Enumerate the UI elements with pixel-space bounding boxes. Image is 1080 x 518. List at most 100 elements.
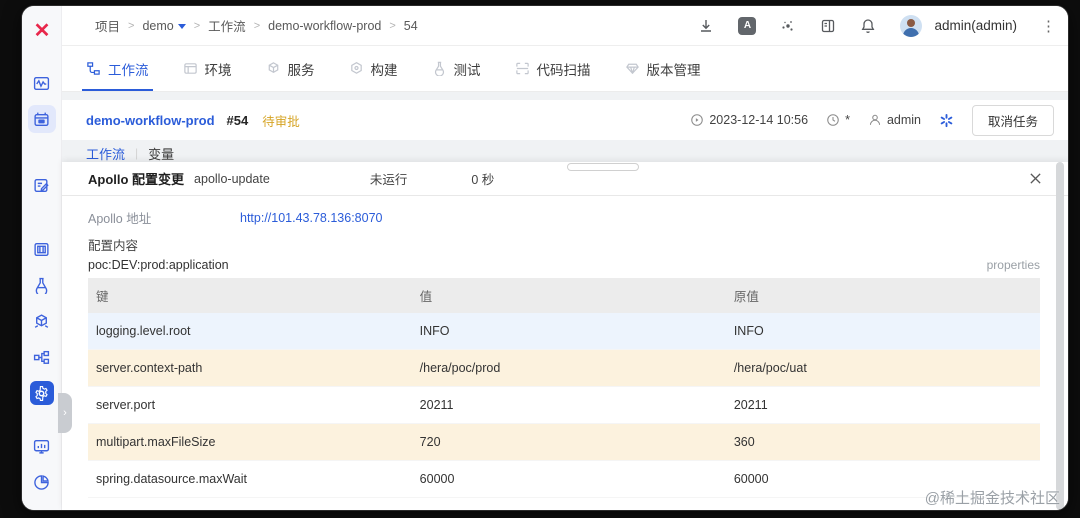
user-avatar[interactable]	[900, 14, 923, 37]
content: 工作流 环境 服务 构建 测试 代码扫描 版本管理 demo-workflow-…	[62, 46, 1068, 510]
breadcrumb-separator: >	[193, 19, 201, 32]
pie-chart-icon[interactable]	[28, 468, 56, 496]
tab-environment[interactable]: 环境	[183, 46, 232, 91]
tab-label: 代码扫描	[536, 62, 591, 78]
cell-key: multipart.maxFileSize	[88, 423, 412, 461]
panel-duration: 0 秒	[471, 173, 495, 187]
pulse-monitor-icon[interactable]	[28, 69, 56, 97]
tab-label: 构建	[370, 62, 398, 78]
cell-value: 20211	[411, 386, 726, 424]
subtabs: 工作流 | 变量	[62, 140, 1068, 162]
breadcrumb-item-demo[interactable]: demo	[142, 19, 186, 33]
dashboard-monitor-icon[interactable]	[28, 432, 56, 460]
translate-icon[interactable]: A	[738, 16, 757, 35]
run-status-badge: 待审批	[262, 114, 300, 129]
cell-key: spring.datasource.maxWait	[88, 460, 412, 498]
cell-key: server.port	[88, 386, 412, 424]
caret-down-icon[interactable]	[177, 23, 186, 29]
tab-label: 版本管理	[646, 62, 701, 78]
topbar: 项目 > demo > 工作流 > demo-workflow-prod > 5…	[62, 6, 1068, 46]
tab-service[interactable]: 服务	[266, 46, 315, 91]
cell-original: /hera/poc/uat	[725, 349, 1040, 387]
tab-label: 工作流	[108, 62, 149, 78]
panel-header: Apollo 配置变更 apollo-update 未运行 0 秒	[62, 162, 1068, 196]
archive-box-icon[interactable]	[28, 235, 56, 263]
tab-workflow[interactable]: 工作流	[82, 46, 152, 91]
settings-gear-icon[interactable]	[29, 381, 54, 405]
screen: ✕ › 项目 > demo > 工作流 > demo-workflow-prod…	[0, 0, 1080, 518]
package-cube-icon[interactable]	[28, 307, 56, 335]
app-window: ✕ › 项目 > demo > 工作流 > demo-workflow-prod…	[22, 6, 1068, 510]
more-menu-icon[interactable]: ⋮	[1041, 17, 1056, 35]
vertical-scrollbar[interactable]	[1056, 162, 1064, 510]
subtab-workflow[interactable]: 工作流	[86, 144, 125, 163]
run-number: #54	[226, 112, 249, 128]
table-row[interactable]: logging.level.root INFO INFO	[88, 313, 1040, 350]
flask-icon[interactable]	[28, 271, 56, 299]
plugin-dots-icon[interactable]	[780, 18, 796, 34]
run-header: demo-workflow-prod #54 待审批 2023-12-14 10…	[62, 100, 1068, 140]
download-icon[interactable]	[698, 18, 714, 34]
column-header-value: 值	[411, 278, 726, 313]
play-circle-icon	[691, 114, 704, 126]
sidebar-collapse-handle[interactable]: ›	[58, 393, 72, 433]
breadcrumb-item-workflow[interactable]: 工作流	[208, 16, 246, 35]
pipeline-icon[interactable]	[28, 343, 56, 371]
apollo-address-link[interactable]: http://101.43.78.136:8070	[240, 211, 383, 225]
run-owner: admin	[868, 113, 921, 127]
run-duration: *	[826, 113, 850, 127]
username[interactable]: admin(admin)	[934, 18, 1017, 33]
person-icon	[869, 114, 881, 125]
breadcrumb-separator: >	[253, 19, 261, 32]
namespace-format: properties	[986, 258, 1040, 272]
tab-build[interactable]: 构建	[349, 46, 398, 91]
docs-book-icon[interactable]	[820, 18, 836, 34]
config-diff-table: 键 值 原值 logging.level.root INFO INFO serv…	[88, 278, 1040, 498]
cell-value: INFO	[411, 313, 726, 350]
cancel-task-button[interactable]: 取消任务	[971, 104, 1054, 136]
cell-key: server.context-path	[88, 349, 412, 387]
column-header-key: 键	[88, 278, 412, 313]
tab-version-management[interactable]: 版本管理	[625, 46, 701, 91]
table-row[interactable]: server.context-path /hera/poc/prod /hera…	[88, 349, 1040, 387]
cell-original: 360	[725, 423, 1040, 461]
edit-note-icon[interactable]	[28, 171, 56, 199]
run-workflow-link[interactable]: demo-workflow-prod	[86, 113, 215, 128]
app-logo[interactable]: ✕	[34, 18, 51, 43]
module-tabbar: 工作流 环境 服务 构建 测试 代码扫描 版本管理	[62, 46, 1068, 92]
breadcrumb-item-run-number: 54	[403, 18, 418, 33]
field-label: 配置内容	[88, 239, 139, 253]
close-icon[interactable]	[1029, 172, 1042, 185]
subtab-variables[interactable]: 变量	[148, 144, 174, 163]
subtab-separator: |	[135, 146, 139, 160]
tab-label: 环境	[204, 62, 232, 78]
run-start-time: 2023-12-14 10:56	[690, 113, 808, 127]
table-row[interactable]: server.port 20211 20211	[88, 386, 1040, 424]
cell-original: 20211	[725, 386, 1040, 424]
table-header-row: 键 值 原值	[88, 278, 1040, 313]
namespace-row: poc:DEV:prod:application properties	[88, 258, 1040, 272]
panel-title: Apollo 配置变更	[88, 172, 185, 187]
topbar-actions: A admin(admin) ⋮	[698, 14, 1056, 37]
run-meta: 2023-12-14 10:56 * admin 取消任务	[690, 104, 1054, 136]
column-header-original: 原值	[725, 278, 1040, 313]
table-row[interactable]: spring.datasource.maxWait 60000 60000	[88, 460, 1040, 498]
table-row[interactable]: multipart.maxFileSize 720 360	[88, 423, 1040, 461]
cell-value: 720	[411, 423, 726, 461]
watermark: @稀土掘金技术社区	[924, 490, 1060, 507]
project-board-icon[interactable]	[27, 105, 56, 133]
tab-test[interactable]: 测试	[432, 46, 481, 91]
breadcrumb-item-projects[interactable]: 项目	[95, 16, 120, 35]
breadcrumb-item-workflow-name[interactable]: demo-workflow-prod	[268, 19, 381, 33]
sidebar: ✕	[22, 6, 62, 510]
tab-label: 服务	[287, 62, 315, 78]
main-area: 项目 > demo > 工作流 > demo-workflow-prod > 5…	[62, 6, 1068, 510]
loading-spinner-icon	[939, 113, 954, 128]
horizontal-scrollbar-thumb[interactable]	[567, 163, 639, 171]
cell-original: INFO	[725, 313, 1040, 350]
breadcrumb-separator: >	[389, 19, 396, 32]
panel-run-status: 未运行	[369, 173, 408, 187]
cell-value: 60000	[411, 460, 726, 498]
tab-code-scan[interactable]: 代码扫描	[515, 46, 591, 91]
bell-icon[interactable]	[860, 18, 876, 34]
